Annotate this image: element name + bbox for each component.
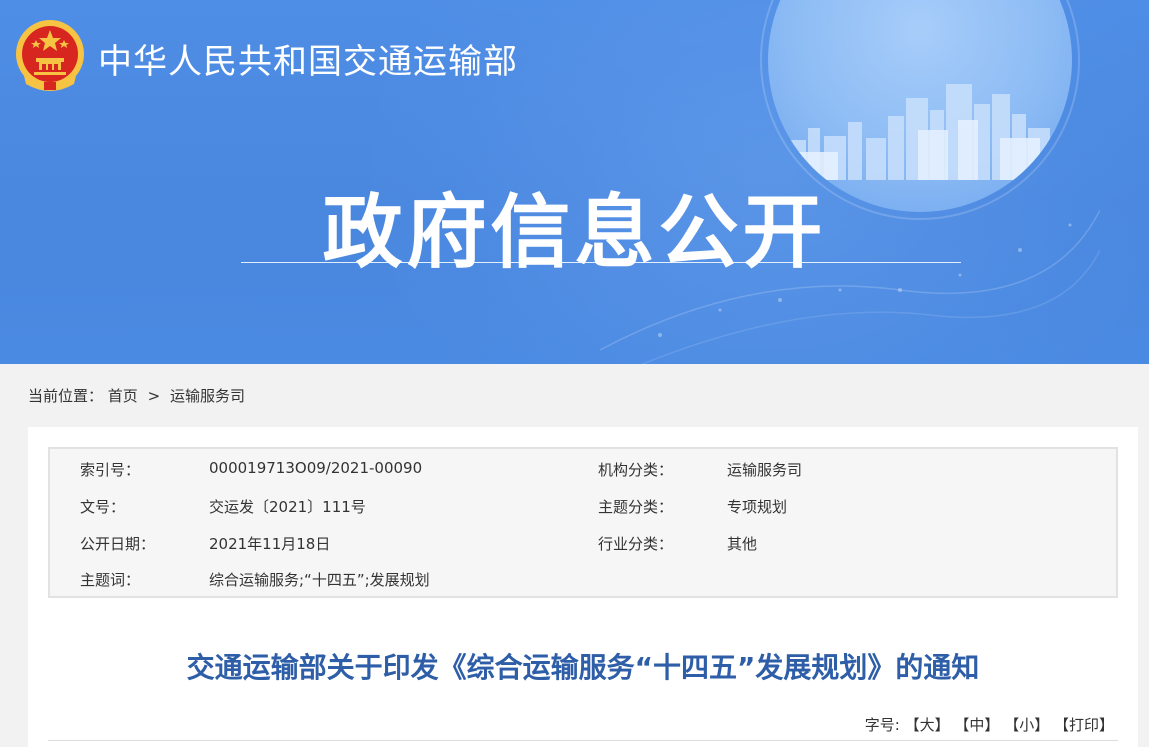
national-emblem-logo[interactable] — [14, 18, 86, 92]
hero-title: 政府信息公开 — [322, 186, 827, 279]
breadcrumb-separator: > — [147, 387, 161, 405]
content-card: 索引号： 000019713O09/2021-00090 机构分类： 运输服务司… — [28, 427, 1138, 747]
header-banner: 中华人民共和国交通运输部 政府信息公开 — [0, 0, 1149, 364]
date-label: 公开日期： — [80, 535, 156, 553]
topic-label: 主题分类： — [598, 498, 674, 516]
content-divider — [48, 740, 1118, 741]
font-large-button[interactable]: 【大】 — [905, 716, 950, 734]
font-size-label: 字号: — [864, 716, 900, 734]
industry-label: 行业分类： — [598, 535, 674, 553]
font-medium-button[interactable]: 【中】 — [954, 716, 999, 734]
keywords-label: 主题词： — [80, 571, 141, 589]
keywords-value: 综合运输服务;“十四五”;发展规划 — [209, 571, 430, 589]
index-value: 000019713O09/2021-00090 — [209, 459, 423, 477]
article-title: 交通运输部关于印发《综合运输服务“十四五”发展规划》的通知 — [186, 651, 980, 684]
index-label: 索引号： — [80, 461, 141, 479]
font-size-toolbar: 字号: 【大】 【中】 【小】 【打印】 — [865, 714, 1114, 735]
doc-no-value: 交运发〔2021〕111号 — [209, 498, 366, 516]
org-label: 机构分类： — [598, 461, 674, 479]
breadcrumb-home-link[interactable]: 首页 — [108, 387, 138, 405]
org-value: 运输服务司 — [727, 461, 803, 479]
font-small-button[interactable]: 【小】 — [1004, 716, 1049, 734]
national-emblem-icon — [16, 20, 84, 91]
topic-value: 专项规划 — [727, 498, 788, 516]
industry-value: 其他 — [727, 535, 758, 553]
document-metadata-table: 索引号： 000019713O09/2021-00090 机构分类： 运输服务司… — [48, 447, 1118, 598]
breadcrumb-current-link[interactable]: 运输服务司 — [170, 387, 245, 405]
breadcrumb: 当前位置： 首页 > 运输服务司 — [28, 385, 245, 406]
site-title[interactable]: 中华人民共和国交通运输部 — [98, 34, 518, 83]
breadcrumb-label: 当前位置： — [28, 387, 104, 405]
print-button[interactable]: 【打印】 — [1054, 716, 1114, 734]
date-value: 2021年11月18日 — [209, 535, 331, 553]
hero-underline — [241, 262, 961, 263]
doc-no-label: 文号： — [80, 498, 126, 516]
